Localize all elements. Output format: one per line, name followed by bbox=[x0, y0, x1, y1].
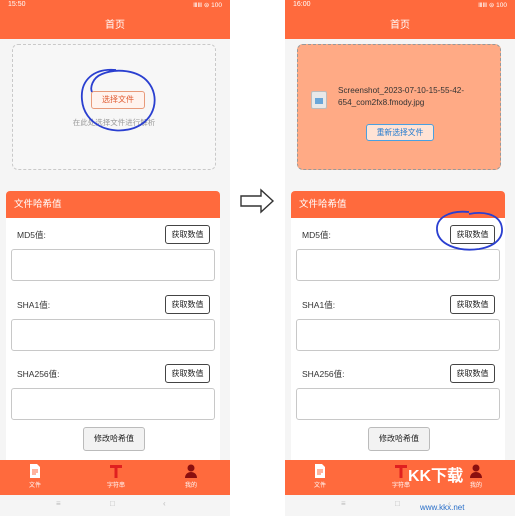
menu-nav-icon[interactable]: ≡ bbox=[341, 499, 346, 508]
sha1-field[interactable] bbox=[296, 319, 500, 351]
bottom-tab-bar: 文件 字符串 我的 bbox=[285, 460, 515, 495]
sha1-label: SHA1值: bbox=[302, 300, 336, 310]
text-icon bbox=[110, 465, 122, 478]
tab-file-label: 文件 bbox=[28, 483, 41, 489]
selected-file-area[interactable]: Screenshot_2023-07-10-15-55-42-654_com2f… bbox=[297, 44, 501, 170]
status-time: 16:00 bbox=[293, 1, 311, 8]
back-nav-icon[interactable]: ‹ bbox=[163, 499, 166, 508]
get-sha1-button[interactable]: 获取数值 bbox=[450, 295, 495, 314]
status-bar: 15:50 ⅢⅢ ⊜ 100 bbox=[0, 0, 230, 12]
arrow-right-icon bbox=[240, 188, 275, 214]
get-sha1-button[interactable]: 获取数值 bbox=[165, 295, 210, 314]
tab-mine-label: 我的 bbox=[184, 483, 197, 489]
sha256-field[interactable] bbox=[296, 388, 500, 420]
text-icon bbox=[395, 465, 407, 478]
status-bar: 16:00 ⅢⅢ ⊜ 100 bbox=[285, 0, 515, 12]
md5-label: MD5值: bbox=[17, 230, 46, 240]
md5-field[interactable] bbox=[11, 249, 215, 281]
image-file-icon bbox=[311, 91, 327, 109]
modify-hash-button[interactable]: 修改哈希值 bbox=[83, 427, 145, 451]
sha1-label: SHA1值: bbox=[17, 300, 51, 310]
left-phone-screen: 15:50 ⅢⅢ ⊜ 100 首页 选择文件 在此处选择文件进行解析 文件哈希值… bbox=[0, 0, 230, 516]
tab-file[interactable]: 文件 bbox=[300, 464, 340, 489]
sha256-label: SHA256值: bbox=[302, 369, 345, 379]
user-icon bbox=[185, 464, 197, 478]
menu-nav-icon[interactable]: ≡ bbox=[56, 499, 61, 508]
watermark-url: www.kkx.net bbox=[420, 503, 465, 512]
home-nav-icon[interactable]: □ bbox=[110, 499, 115, 508]
selected-file-name: Screenshot_2023-07-10-15-55-42-654_com2f… bbox=[338, 86, 465, 107]
drop-hint: 在此处选择文件进行解析 bbox=[72, 118, 156, 127]
user-icon bbox=[470, 464, 482, 478]
status-time: 15:50 bbox=[8, 1, 26, 8]
tab-mine-label: 我的 bbox=[469, 483, 482, 489]
watermark-logo: KK下载 bbox=[408, 468, 464, 485]
right-phone-screen: 16:00 ⅢⅢ ⊜ 100 首页 Screenshot_2023-07-10-… bbox=[285, 0, 515, 516]
status-icons: ⅢⅢ ⊜ 100 bbox=[193, 2, 222, 9]
page-title: 首页 bbox=[285, 12, 515, 39]
tab-string[interactable]: 字符串 bbox=[96, 464, 136, 489]
get-sha256-button[interactable]: 获取数值 bbox=[165, 364, 210, 383]
system-nav-bar: ≡ □ ‹ bbox=[0, 495, 230, 516]
reselect-file-button[interactable]: 重新选择文件 bbox=[366, 124, 434, 141]
get-md5-button[interactable]: 获取数值 bbox=[165, 225, 210, 244]
file-drop-area[interactable]: 选择文件 在此处选择文件进行解析 bbox=[12, 44, 216, 170]
page-title: 首页 bbox=[0, 12, 230, 39]
select-file-button[interactable]: 选择文件 bbox=[91, 91, 145, 109]
status-icons: ⅢⅢ ⊜ 100 bbox=[478, 2, 507, 9]
tab-file[interactable]: 文件 bbox=[15, 464, 55, 489]
tab-file-label: 文件 bbox=[313, 483, 326, 489]
hash-card: 文件哈希值 MD5值: 获取数值 SHA1值: 获取数值 SHA256值: 获取… bbox=[6, 191, 220, 469]
tab-string-label: 字符串 bbox=[106, 483, 125, 489]
sha256-field[interactable] bbox=[11, 388, 215, 420]
sha1-field[interactable] bbox=[11, 319, 215, 351]
sha256-label: SHA256值: bbox=[17, 369, 60, 379]
get-md5-button[interactable]: 获取数值 bbox=[450, 225, 495, 244]
hash-card: 文件哈希值 MD5值: 获取数值 SHA1值: 获取数值 SHA256值: 获取… bbox=[291, 191, 505, 469]
system-nav-bar: ≡ □ ‹ bbox=[285, 495, 515, 516]
hash-card-title: 文件哈希值 bbox=[6, 191, 220, 218]
hash-card-title: 文件哈希值 bbox=[291, 191, 505, 218]
file-icon bbox=[315, 464, 325, 478]
bottom-tab-bar: 文件 字符串 我的 bbox=[0, 460, 230, 495]
tab-mine[interactable]: 我的 bbox=[171, 464, 211, 489]
md5-field[interactable] bbox=[296, 249, 500, 281]
modify-hash-button[interactable]: 修改哈希值 bbox=[368, 427, 430, 451]
get-sha256-button[interactable]: 获取数值 bbox=[450, 364, 495, 383]
md5-label: MD5值: bbox=[302, 230, 331, 240]
file-icon bbox=[30, 464, 40, 478]
home-nav-icon[interactable]: □ bbox=[395, 499, 400, 508]
